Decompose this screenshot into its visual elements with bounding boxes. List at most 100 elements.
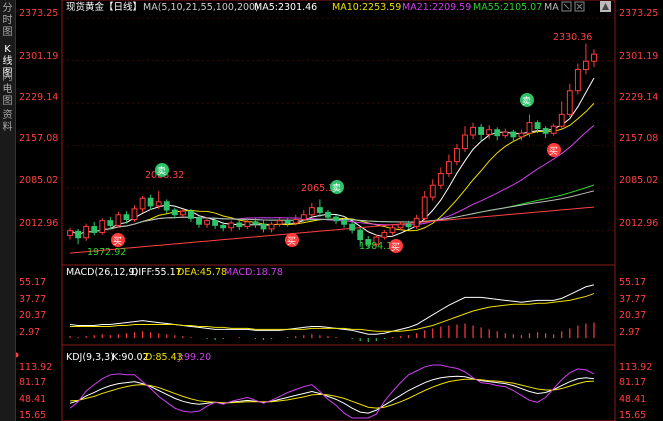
kdj-title: KDJ(9,3,3) [66,352,114,363]
candlestick[interactable] [445,154,452,177]
macd-y-tick: 37.77 [619,294,646,305]
candlestick[interactable] [574,63,581,95]
candlestick[interactable] [413,214,420,229]
candlestick[interactable] [155,191,162,209]
candlestick[interactable] [228,220,235,232]
scroll-up-icon[interactable] [600,1,611,12]
candlestick[interactable] [558,101,565,130]
y-tick-label-left: 2301.19 [19,51,58,62]
kdj-k: K:90.02 [112,352,149,363]
y-tick-label: 2157.08 [619,133,658,144]
candlestick[interactable] [284,218,291,227]
ma21-value: MA21:2209.59 [402,2,471,13]
buy-signal-marker[interactable]: 买 [547,143,561,157]
left-sidebar: 分时图 K线图 闪电图 资料 [0,0,16,421]
candlestick[interactable] [260,220,267,233]
macd-y-tick: 2.97 [619,327,640,338]
kdj-d-line [69,378,595,409]
candlestick[interactable] [333,214,339,225]
kdj-y-tick: 81.17 [619,377,646,388]
y-tick-label: 2373.25 [619,8,658,19]
chart-canvas[interactable]: 现货黄金【日线】 MA(5,10,21,55,100,200) MA5:2301… [0,0,663,421]
svg-text:买: 买 [549,146,558,157]
candlestick[interactable] [188,208,194,222]
candlestick[interactable] [99,218,106,235]
ma-more[interactable]: MA [544,2,559,13]
sell-signal-marker[interactable]: 卖 [330,180,344,194]
kdj-j-line [69,364,595,419]
candlestick[interactable] [429,179,436,201]
candlestick[interactable] [131,205,138,222]
svg-text:买: 买 [391,242,400,253]
y-tick-label: 2301.19 [619,51,658,62]
y-tick-label: 2229.14 [619,92,658,103]
candlestick[interactable] [566,83,573,117]
candlestick[interactable] [470,122,476,140]
svg-text:买: 买 [287,236,296,247]
candlestick[interactable] [421,191,428,221]
kdj-y-tick: 113.92 [19,362,52,373]
svg-text:卖: 卖 [157,166,166,177]
candlestick[interactable] [381,230,388,240]
kdj-j: J:99.20 [177,352,211,363]
sell-signal-marker[interactable]: 卖 [520,93,534,107]
candlestick[interactable] [591,49,597,68]
candlestick[interactable] [494,127,501,141]
candlestick[interactable] [83,223,90,241]
sidebar-item-flash[interactable]: 闪电图 [0,72,15,108]
ma10-value: MA10:2253.59 [332,2,401,13]
candlestick[interactable] [171,207,178,219]
low-annotation-1: 1972.92 [87,247,126,258]
sidebar-item-timeshare[interactable]: 分时图 [0,3,15,39]
mid-annotation: 2065.3 [301,183,334,194]
macd-y-tick: 20.37 [619,310,646,321]
candlestick[interactable] [75,228,82,245]
candlestick[interactable] [389,225,396,235]
candlestick[interactable] [308,202,315,218]
candlestick[interactable] [147,194,154,211]
buy-signal-marker[interactable]: 买 [389,239,403,253]
sidebar-item-info[interactable]: 资料 [0,110,15,134]
svg-text:买: 买 [113,236,122,247]
candlestick[interactable] [454,143,460,166]
candlestick[interactable] [526,114,533,137]
ma55-value: MA55:2105.07 [473,2,542,13]
candlestick[interactable] [462,126,468,153]
candlestick[interactable] [478,123,485,142]
candlestick[interactable] [276,217,283,227]
candlestick[interactable] [542,126,549,138]
candlestick[interactable] [115,211,122,228]
candlestick[interactable] [437,167,444,189]
y-tick-label-left: 2157.08 [19,133,58,144]
ma5-line [69,77,595,238]
macd-y-tick: 2.97 [19,327,40,338]
ma100-line [69,190,595,235]
macd-y-tick: 20.37 [19,310,46,321]
sell-signal-marker[interactable]: 卖 [155,163,169,177]
buy-signal-marker[interactable]: 买 [111,233,125,247]
candlestick[interactable] [397,221,404,231]
candlestick[interactable] [510,129,517,142]
candlestick[interactable] [163,199,170,214]
candlestick[interactable] [139,195,146,213]
candlestick[interactable] [316,199,323,218]
ma-close-icon[interactable] [574,1,585,12]
ma-legend[interactable]: MA(5,10,21,55,100,200) [143,2,259,13]
candlestick[interactable] [349,221,356,234]
candlestick[interactable] [67,227,73,240]
candlestick[interactable] [179,208,186,218]
candlestick[interactable] [91,221,98,236]
buy-signal-marker[interactable]: 买 [285,233,299,247]
candlestick[interactable] [582,43,589,75]
candlestick[interactable] [486,125,493,140]
macd-diff: DIFF:55.17 [131,267,182,278]
macd-y-tick: 55.17 [619,277,646,288]
macd-diff-line [69,284,595,335]
candlestick[interactable] [502,128,509,138]
sidebar-item-label: 资料 [2,110,13,133]
candlestick[interactable] [236,219,243,231]
ma-settings-icon[interactable] [561,1,572,12]
kdj-y-tick: 81.17 [19,377,46,388]
candlestick[interactable] [550,123,557,136]
ma5-value: MA5:2301.46 [254,2,317,13]
